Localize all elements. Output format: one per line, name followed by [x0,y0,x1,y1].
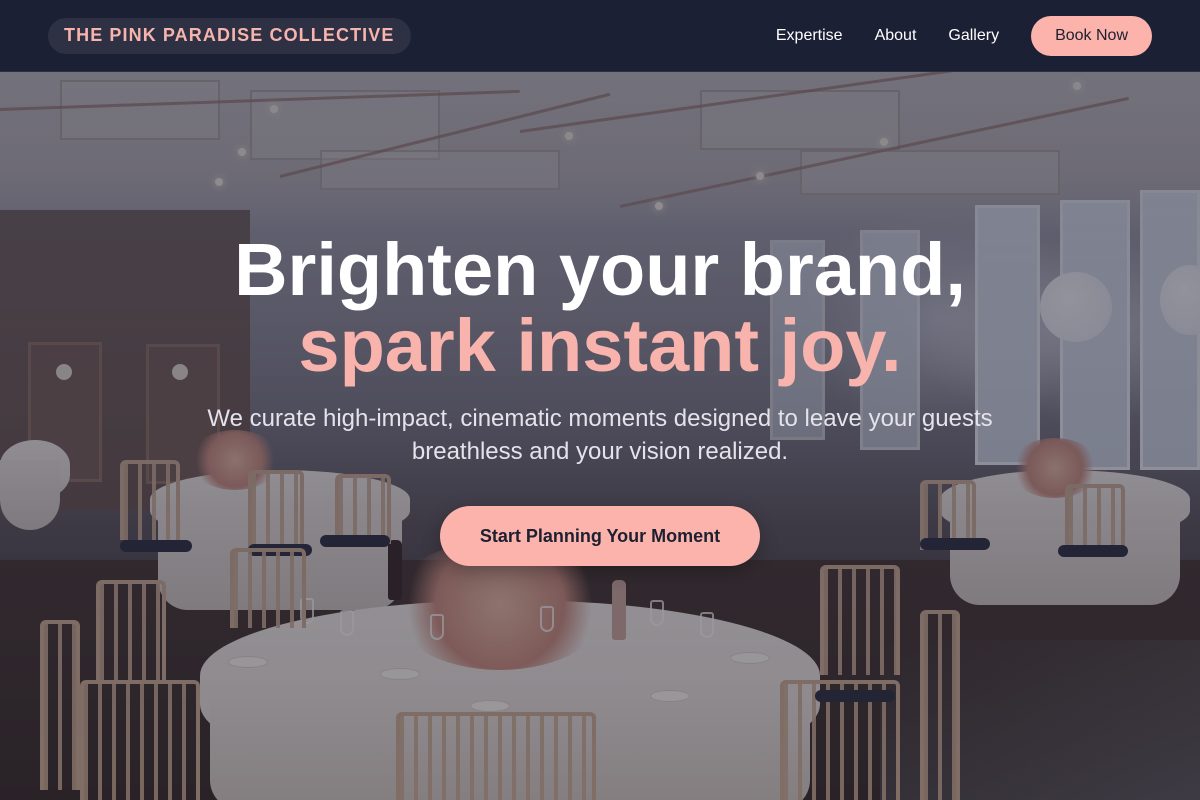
hero-subtext: We curate high-impact, cinematic moments… [207,405,993,465]
nav-link-expertise[interactable]: Expertise [776,27,843,45]
start-planning-button[interactable]: Start Planning Your Moment [440,506,760,566]
nav-link-gallery[interactable]: Gallery [948,27,999,45]
headline-line-1: Brighten your brand, [234,228,966,311]
book-now-button[interactable]: Book Now [1031,15,1152,56]
brand-logo[interactable]: THE PINK PARADISE COLLECTIVE [48,17,411,54]
nav-links: Expertise About Gallery Book Now [744,15,1152,56]
top-navbar: THE PINK PARADISE COLLECTIVE Expertise A… [0,0,1200,72]
headline-line-2-accent: spark instant joy. [298,304,902,387]
nav-link-about[interactable]: About [875,27,917,45]
hero-section: Brighten your brand, spark instant joy. … [0,72,1200,800]
hero-headline: Brighten your brand, spark instant joy. [0,232,1200,384]
